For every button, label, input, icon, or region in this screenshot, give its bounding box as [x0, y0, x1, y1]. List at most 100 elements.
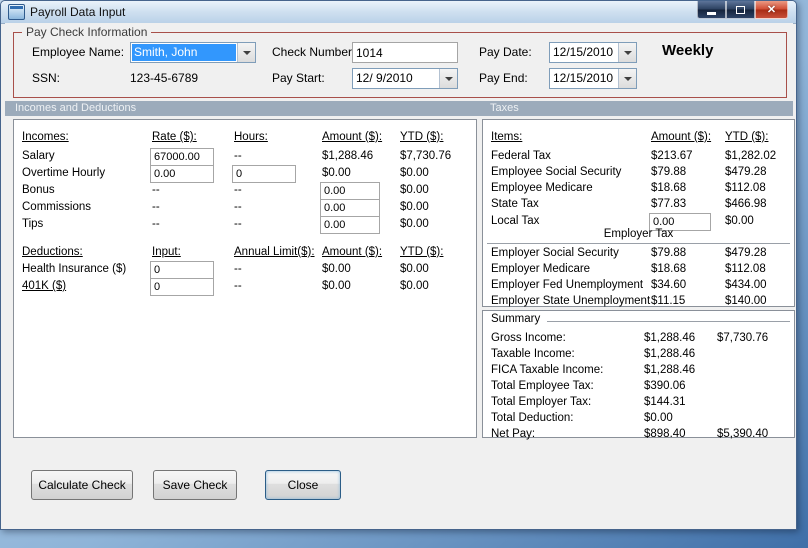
summary-label-cell: Total Employer Tax: — [491, 396, 592, 408]
tax-ytd: $140.00 — [725, 295, 767, 307]
summary-row-fica-taxable-income: FICA Taxable Income: $1,288.46 — [483, 364, 794, 381]
app-window: Payroll Data Input ✕ Pay Check Informati… — [0, 0, 797, 530]
chevron-down-icon — [623, 76, 632, 81]
tax-ytd: $112.08 — [725, 182, 766, 194]
deduction-row-401k: 401K ($) -- $0.00 $0.00 — [14, 278, 476, 297]
salary-ytd: $7,730.76 — [400, 150, 452, 162]
overtime-ytd: $0.00 — [400, 167, 429, 179]
tax-label: Employer Social Security — [491, 247, 619, 259]
employee-name-value: Smith, John — [132, 44, 236, 61]
check-number-input[interactable] — [352, 42, 458, 63]
commissions-amount-input[interactable] — [320, 199, 380, 217]
close-icon: ✕ — [766, 4, 777, 16]
commissions-rate: -- — [152, 201, 160, 213]
income-row-overtime: Overtime Hourly $0.00 $0.00 — [14, 165, 476, 184]
health-insurance-input[interactable] — [150, 261, 214, 279]
summary-label-cell: Total Deduction: — [491, 412, 574, 424]
close-window-button[interactable]: ✕ — [755, 1, 788, 19]
tax-label: Employee Medicare — [491, 182, 593, 194]
tax-label: Employee Social Security — [491, 166, 622, 178]
summary-ytd: $5,390.40 — [717, 428, 769, 440]
pay-start-dropdown-button[interactable] — [439, 69, 457, 88]
rate-header: Rate ($): — [152, 131, 197, 143]
overtime-amount: $0.00 — [322, 167, 351, 179]
input-header: Input: — [152, 246, 181, 258]
commissions-ytd: $0.00 — [400, 201, 429, 213]
tax-row-employee-medicare: Employee Medicare $18.68 $112.08 — [483, 182, 794, 199]
summary-row-gross-income: Gross Income: $1,288.46 $7,730.76 — [483, 332, 794, 349]
employer-tax-separator: Employer Tax — [487, 228, 790, 244]
tips-amount-input[interactable] — [320, 216, 380, 234]
health-insurance-amount: $0.00 — [322, 263, 351, 275]
health-insurance-limit: -- — [234, 263, 242, 275]
tax-amount: $213.67 — [651, 150, 693, 162]
deductions-header-row: Deductions: Input: Annual Limit($): Amou… — [14, 246, 476, 263]
income-row-bonus: Bonus -- -- $0.00 — [14, 182, 476, 201]
tax-ytd: $479.28 — [725, 166, 767, 178]
pay-start-label: Pay Start: — [272, 71, 325, 85]
401k-limit: -- — [234, 280, 242, 292]
tax-label: Federal Tax — [491, 150, 551, 162]
tax-amount: $18.68 — [651, 182, 687, 194]
tax-amount: $18.68 — [651, 263, 687, 275]
taxes-section-header: Taxes — [490, 102, 519, 114]
incomes-deductions-section-header: Incomes and Deductions — [15, 102, 137, 114]
incomes-deductions-panel: Incomes: Rate ($): Hours: Amount ($): YT… — [13, 119, 477, 438]
pay-end-dropdown-button[interactable] — [618, 69, 636, 88]
commissions-hours: -- — [234, 201, 242, 213]
tax-ytd: $466.98 — [725, 198, 767, 210]
tax-amount: $11.15 — [651, 295, 686, 307]
income-row-tips: Tips -- -- $0.00 — [14, 216, 476, 235]
minimize-icon — [707, 11, 716, 15]
summary-ytd: $7,730.76 — [717, 332, 769, 344]
tips-ytd: $0.00 — [400, 218, 429, 230]
employee-name-dropdown-button[interactable] — [237, 43, 255, 62]
tax-label: State Tax — [491, 198, 539, 210]
pay-date-label: Pay Date: — [479, 45, 532, 59]
summary-row-total-employee-tax: Total Employee Tax: $390.06 — [483, 380, 794, 397]
minimize-button[interactable] — [697, 1, 726, 19]
maximize-button[interactable] — [726, 1, 755, 19]
pay-date-dropdown-button[interactable] — [618, 43, 636, 62]
deduction-row-health-insurance: Health Insurance ($) -- $0.00 $0.00 — [14, 261, 476, 280]
close-button[interactable]: Close — [265, 470, 341, 500]
summary-label: Summary — [491, 313, 541, 325]
title-bar[interactable]: Payroll Data Input ✕ — [1, 1, 796, 24]
app-icon — [8, 4, 25, 20]
tax-label: Employer State Unemployment — [491, 295, 651, 307]
summary-row-total-deduction: Total Deduction: $0.00 — [483, 412, 794, 429]
401k-input[interactable] — [150, 278, 214, 296]
tips-label: Tips — [22, 218, 44, 230]
salary-rate-input[interactable] — [150, 148, 214, 166]
summary-value: $1,288.46 — [644, 348, 696, 360]
save-check-button[interactable]: Save Check — [153, 470, 237, 500]
employee-name-select[interactable]: Smith, John — [130, 42, 256, 63]
tax-row-employee-social-security: Employee Social Security $79.88 $479.28 — [483, 166, 794, 183]
bonus-amount-input[interactable] — [320, 182, 380, 200]
overtime-rate-input[interactable] — [150, 165, 214, 183]
salary-amount: $1,288.46 — [322, 150, 374, 162]
tax-label: Employer Fed Unemployment — [491, 279, 644, 291]
pay-end-select[interactable]: 12/15/2010 — [549, 68, 637, 89]
incomes-header: Incomes: — [22, 131, 69, 143]
pay-date-value: 12/15/2010 — [553, 45, 614, 59]
401k-ytd: $0.00 — [400, 280, 429, 292]
local-tax-ytd: $0.00 — [725, 215, 754, 227]
items-header: Items: — [491, 131, 523, 143]
calculate-check-button[interactable]: Calculate Check — [31, 470, 133, 500]
pay-frequency-label: Weekly — [662, 42, 714, 59]
tax-ytd: $434.00 — [725, 279, 767, 291]
tax-amount: $79.88 — [651, 166, 687, 178]
hours-header: Hours: — [234, 131, 268, 143]
overtime-hours-input[interactable] — [232, 165, 296, 183]
summary-label-cell: FICA Taxable Income: — [491, 364, 604, 376]
deduction-amount-header: Amount ($): — [322, 246, 383, 258]
window-controls: ✕ — [697, 1, 788, 19]
tax-label: Employer Medicare — [491, 263, 591, 275]
salary-hours: -- — [234, 150, 242, 162]
deductions-header: Deductions: — [22, 246, 83, 258]
pay-date-select[interactable]: 12/15/2010 — [549, 42, 637, 63]
employer-tax-label: Employer Tax — [603, 228, 674, 240]
health-insurance-label: Health Insurance ($) — [22, 263, 127, 275]
pay-start-select[interactable]: 12/ 9/2010 — [352, 68, 458, 89]
